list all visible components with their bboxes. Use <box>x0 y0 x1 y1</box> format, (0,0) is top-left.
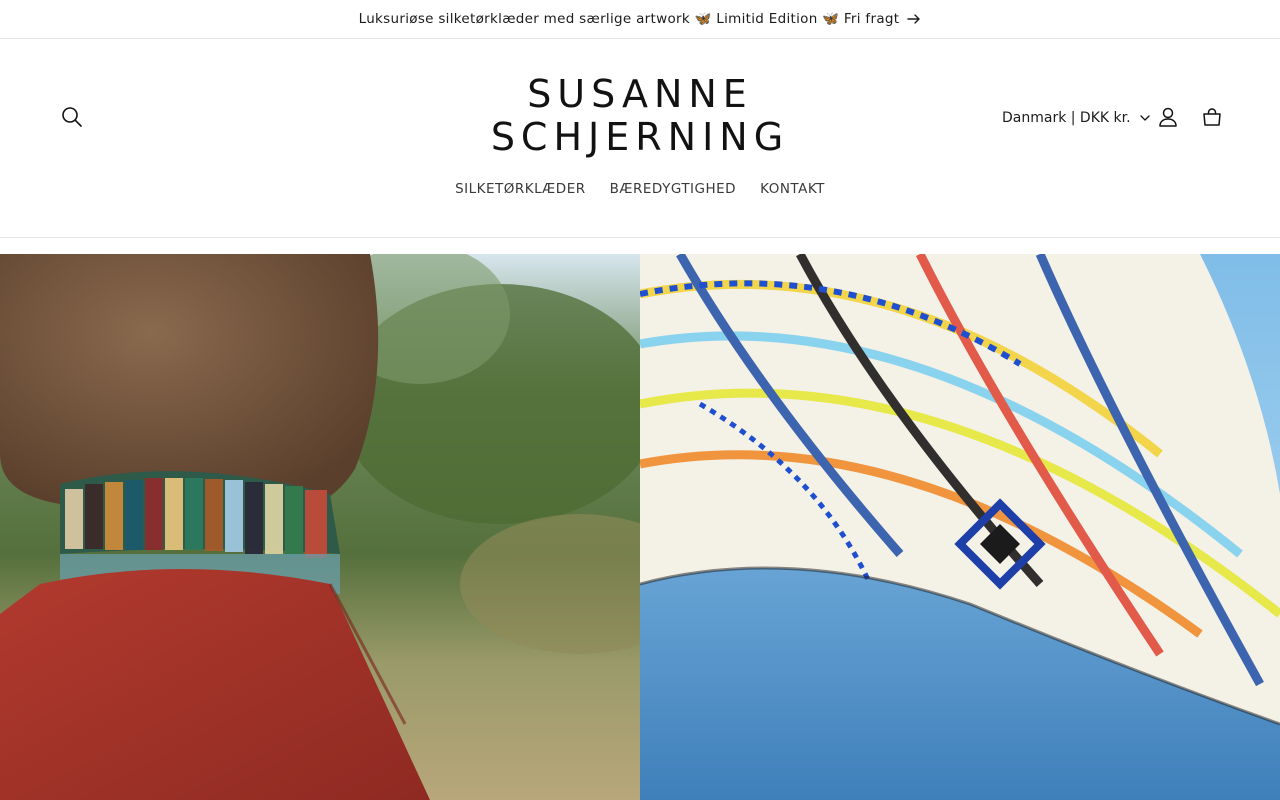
search-icon <box>61 106 83 131</box>
nav-item-kontakt[interactable]: KONTAKT <box>760 177 825 201</box>
hero-image-woman-scarf <box>0 254 640 800</box>
announcement-text: Luksuriøse silketørklæder med særlige ar… <box>358 11 900 27</box>
main-navigation: SILKETØRKLÆDER BÆREDYGTIGHED KONTAKT <box>0 177 1280 201</box>
logo-line-1: SUSANNE <box>527 72 753 116</box>
locale-label: Danmark | DKK kr. <box>1002 110 1131 126</box>
announcement-bar[interactable]: Luksuriøse silketørklæder med særlige ar… <box>0 0 1280 39</box>
logo-line-2: SCHJERNING <box>490 115 790 159</box>
user-icon <box>1157 106 1179 131</box>
search-button[interactable] <box>50 96 94 140</box>
arrow-right-icon <box>907 12 921 26</box>
nav-item-silketorklaeder[interactable]: SILKETØRKLÆDER <box>455 177 586 201</box>
site-header: SUSANNE SCHJERNING Danmark | DKK kr. SIL… <box>0 39 1280 238</box>
hero-image-scarf-over-sea <box>640 254 1280 800</box>
account-button[interactable] <box>1146 96 1190 140</box>
hero-section <box>0 254 1280 800</box>
country-currency-selector[interactable]: Danmark | DKK kr. <box>996 102 1156 134</box>
cart-button[interactable] <box>1190 96 1234 140</box>
cart-icon <box>1201 106 1223 131</box>
site-logo[interactable]: SUSANNE SCHJERNING <box>440 73 840 159</box>
nav-item-baeredygtighed[interactable]: BÆREDYGTIGHED <box>610 177 736 201</box>
